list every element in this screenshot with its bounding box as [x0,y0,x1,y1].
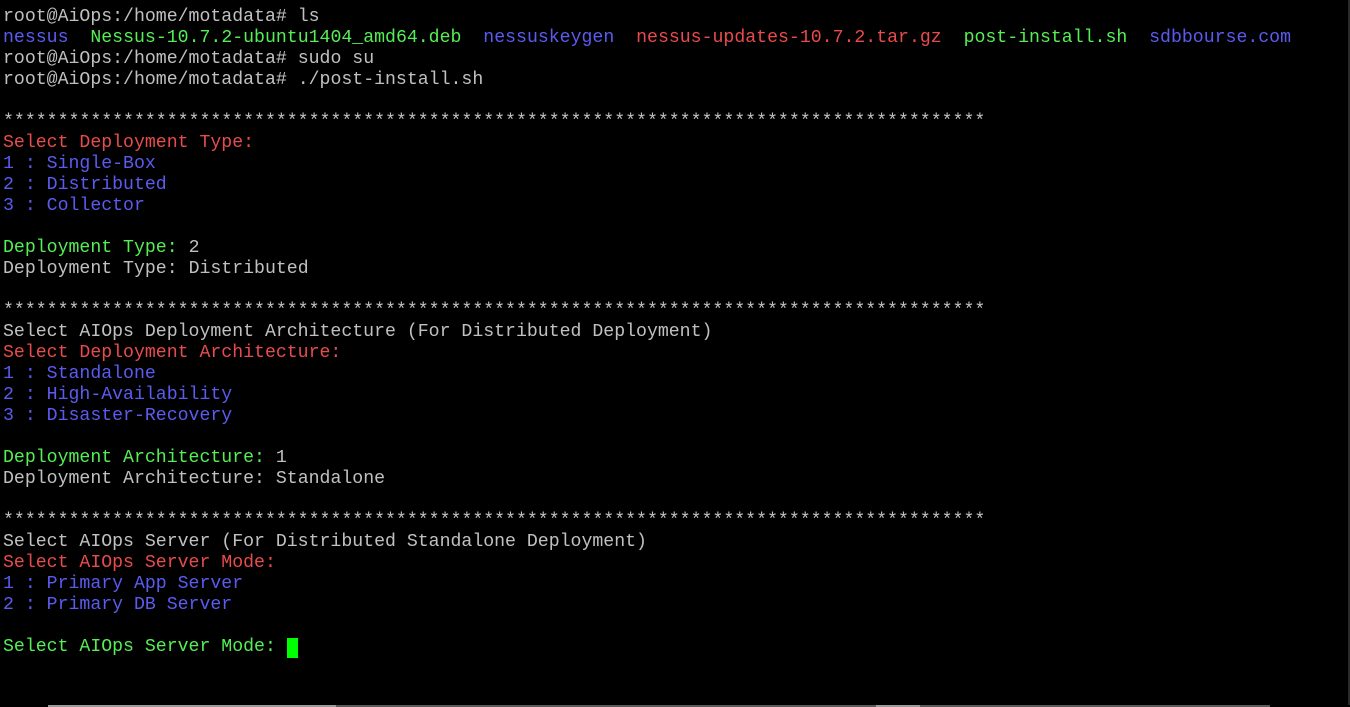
shell-prompt: root@AiOps:/home/motadata# [3,7,287,27]
separator-line: ****************************************… [3,301,986,321]
result-label: Deployment Architecture: [3,469,265,489]
input-value: 2 [188,238,200,258]
shell-prompt: root@AiOps:/home/motadata# [3,70,287,90]
architecture-heading: Select AIOps Deployment Architecture (Fo… [3,322,713,342]
terminal-window[interactable]: root@AiOps:/home/motadata# ls nessus Nes… [0,0,1350,707]
deployment-type-title: Select Deployment Type: [3,133,255,153]
command-line-script: root@AiOps:/home/motadata# ./post-instal… [0,70,1350,91]
server-mode-title: Select AIOps Server Mode: [3,553,276,573]
file-entry: nessus-updates-10.7.2.tar.gz [636,28,942,48]
server-mode-option: 2 : Primary DB Server [3,595,233,615]
ls-output: nessus Nessus-10.7.2-ubuntu1404_amd64.de… [0,28,1350,49]
input-label: Select AIOps Server Mode: [3,637,276,657]
deployment-type-input: Deployment Type: 2 [0,238,1350,259]
file-entry: sdbbourse.com [1149,28,1292,48]
file-entry: nessus [3,28,69,48]
server-mode-option: 1 : Primary App Server [3,574,244,594]
architecture-input: Deployment Architecture: 1 [0,448,1350,469]
architecture-option: 3 : Disaster-Recovery [3,406,233,426]
file-entry: nessuskeygen [483,28,615,48]
deployment-type-result: Deployment Type: Distributed [0,259,1350,280]
deployment-type-option: 2 : Distributed [3,175,167,195]
command-text: sudo su [297,49,375,69]
server-mode-input[interactable]: Select AIOps Server Mode: [0,637,1350,658]
file-entry: post-install.sh [963,28,1128,48]
shell-prompt: root@AiOps:/home/motadata# [3,49,287,69]
result-value: Distributed [188,259,309,279]
separator-line: ****************************************… [3,511,986,531]
architecture-title: Select Deployment Architecture: [3,343,342,363]
server-mode-heading: Select AIOps Server (For Distributed Sta… [3,532,647,552]
command-line-sudo: root@AiOps:/home/motadata# sudo su [0,49,1350,70]
result-label: Deployment Type: [3,259,178,279]
deployment-type-option: 1 : Single-Box [3,154,156,174]
file-entry: Nessus-10.7.2-ubuntu1404_amd64.deb [90,28,462,48]
input-value: 1 [275,448,287,468]
architecture-option: 1 : Standalone [3,364,156,384]
architecture-result: Deployment Architecture: Standalone [0,469,1350,490]
separator-line: ****************************************… [3,112,986,132]
terminal-cursor[interactable] [286,638,298,658]
command-text: ./post-install.sh [297,70,484,90]
input-label: Deployment Type: [3,238,178,258]
input-label: Deployment Architecture: [3,448,265,468]
result-value: Standalone [275,469,386,489]
architecture-option: 2 : High-Availability [3,385,233,405]
command-line-ls: root@AiOps:/home/motadata# ls [0,7,1350,28]
deployment-type-option: 3 : Collector [3,196,145,216]
command-text: ls [297,7,320,27]
